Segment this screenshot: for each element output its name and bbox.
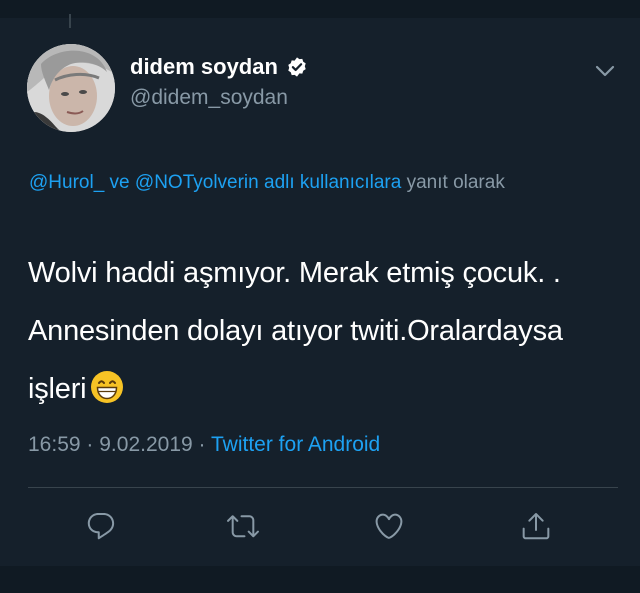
verified-badge-icon (286, 56, 308, 78)
reply-context-suffix: yanıt olarak (406, 172, 505, 193)
chevron-down-icon[interactable] (592, 62, 618, 80)
tweet-actions (0, 510, 640, 546)
reply-icon (85, 510, 117, 547)
reply-users-link[interactable]: adlı kullanıcılara (264, 172, 401, 193)
mention-notyolverin[interactable]: @NOTyolverin (135, 172, 259, 193)
tweet-body: Wolvi haddi aşmıyor. Merak etmiş çocuk. … (28, 244, 613, 418)
display-name[interactable]: didem soydan (130, 54, 278, 80)
like-button[interactable] (371, 510, 407, 546)
divider (28, 487, 618, 488)
status-bar-strip (0, 0, 640, 18)
thread-connector-line (69, 14, 71, 28)
reply-button[interactable] (83, 510, 119, 546)
like-icon (373, 510, 405, 547)
tweet-date: 9.02.2019 (99, 433, 193, 456)
author-name-row[interactable]: didem soydan (130, 54, 308, 80)
profile-photo (27, 44, 115, 132)
tweet-meta: 16:59 · 9.02.2019 · Twitter for Android (28, 433, 380, 457)
grinning-face-emoji-icon (90, 366, 124, 403)
user-handle[interactable]: @didem_soydan (130, 86, 288, 110)
avatar[interactable] (27, 44, 115, 132)
mention-hurol[interactable]: @Hurol_ (29, 172, 104, 193)
mention-connector: ve (109, 172, 130, 193)
bottom-strip (0, 566, 640, 593)
share-icon (520, 510, 552, 547)
retweet-button[interactable] (225, 510, 261, 546)
reply-context: @Hurol_ ve @NOTyolverin adlı kullanıcıla… (29, 166, 609, 199)
tweet-source-link[interactable]: Twitter for Android (211, 433, 380, 456)
tweet-time: 16:59 (28, 433, 81, 456)
meta-separator: · (86, 433, 94, 456)
retweet-icon (227, 510, 259, 547)
meta-separator: · (198, 433, 206, 456)
share-button[interactable] (518, 510, 554, 546)
